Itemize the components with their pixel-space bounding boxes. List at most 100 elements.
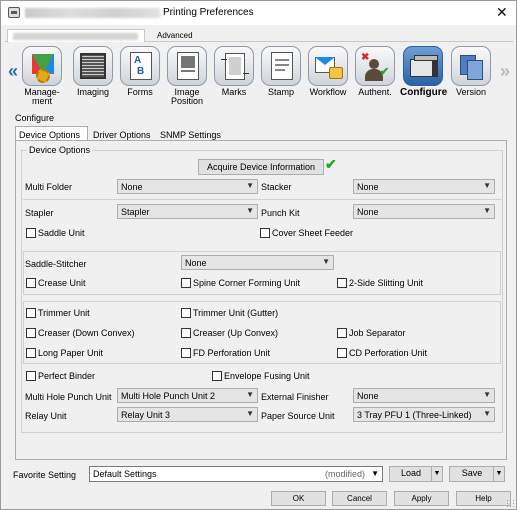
stapler-label: Stapler xyxy=(25,208,54,218)
chevron-down-icon: ▼ xyxy=(322,257,330,266)
toolbar-item-image-position[interactable]: Image Position xyxy=(164,46,210,106)
favorite-setting-value: Default Settings xyxy=(93,469,157,479)
toolbar-item-stamp[interactable]: Stamp xyxy=(258,46,304,97)
multi-hole-punch-unit-select[interactable]: Multi Hole Punch Unit 2 ▼ xyxy=(117,388,258,403)
subtab-strip: Device Options Driver Options SNMP Setti… xyxy=(15,126,507,141)
toolbar-item-imaging[interactable]: Imaging xyxy=(70,46,116,97)
configure-icon xyxy=(403,46,443,86)
saddle-stitcher-value: None xyxy=(185,258,207,268)
stapler-select[interactable]: Stapler ▼ xyxy=(117,204,258,219)
category-toolbar: « Manage- ment Imaging A B Forms Image P… xyxy=(5,43,513,109)
tab-snmp-settings[interactable]: SNMP Settings xyxy=(156,126,226,141)
long-paper-unit-checkbox[interactable]: Long Paper Unit xyxy=(26,348,103,359)
apply-button[interactable]: Apply xyxy=(394,491,449,506)
external-finisher-value: None xyxy=(357,391,379,401)
save-button[interactable]: Save ▼ xyxy=(449,466,505,482)
relay-unit-label: Relay Unit xyxy=(25,411,67,421)
toolbar-item-configure[interactable]: Configure xyxy=(400,46,448,98)
chevron-down-icon: ▼ xyxy=(483,181,491,190)
toolbar-item-workflow[interactable]: Workflow xyxy=(305,46,351,97)
crease-unit-checkbox[interactable]: Crease Unit xyxy=(26,278,86,289)
toolbar-label: Workflow xyxy=(309,87,347,97)
perfect-binder-checkbox[interactable]: Perfect Binder xyxy=(26,371,95,382)
tab-driver-options[interactable]: Driver Options xyxy=(89,126,155,141)
trimmer-unit-checkbox[interactable]: Trimmer Unit xyxy=(26,308,90,319)
configure-section-label: Configure xyxy=(15,113,55,123)
trimmer-unit-gutter-checkbox[interactable]: Trimmer Unit (Gutter) xyxy=(181,308,278,319)
stapler-value: Stapler xyxy=(121,207,150,217)
load-dropdown-icon[interactable]: ▼ xyxy=(431,467,442,481)
toolbar-label: Forms xyxy=(127,87,153,97)
chevron-down-icon: ▼ xyxy=(246,409,254,418)
title-bar: Printing Preferences ✕ xyxy=(1,1,516,25)
device-options-panel: Device Options Acquire Device Informatio… xyxy=(15,140,507,460)
resize-grip-icon[interactable] xyxy=(506,499,514,507)
close-icon[interactable]: ✕ xyxy=(496,4,508,21)
toolbar-label: Manage- ment xyxy=(24,87,60,106)
multi-folder-select[interactable]: None ▼ xyxy=(117,179,258,194)
saddle-unit-checkbox[interactable]: Saddle Unit xyxy=(26,228,85,239)
stacker-value: None xyxy=(357,182,379,192)
redacted-tab-label xyxy=(13,33,138,40)
toolbar-item-marks[interactable]: Marks xyxy=(211,46,257,97)
punch-kit-label: Punch Kit xyxy=(261,208,300,218)
punch-kit-select[interactable]: None ▼ xyxy=(353,204,495,219)
stamp-icon xyxy=(261,46,301,86)
help-button[interactable]: Help xyxy=(456,491,511,506)
printer-icon xyxy=(8,7,20,18)
chevron-down-icon: ▼ xyxy=(483,206,491,215)
saddle-stitcher-label: Saddle-Stitcher xyxy=(25,259,87,269)
relay-unit-value: Relay Unit 3 xyxy=(121,410,171,420)
stacker-label: Stacker xyxy=(261,182,292,192)
saddle-stitcher-select[interactable]: None ▼ xyxy=(181,255,334,270)
toolbar-label: Configure xyxy=(400,87,448,98)
scroll-right-icon[interactable]: » xyxy=(500,61,510,82)
tab-device-options[interactable]: Device Options xyxy=(15,126,88,141)
spine-corner-forming-unit-checkbox[interactable]: Spine Corner Forming Unit xyxy=(181,278,300,289)
cover-sheet-feeder-checkbox[interactable]: Cover Sheet Feeder xyxy=(260,228,353,239)
toolbar-item-management[interactable]: Manage- ment xyxy=(19,46,65,106)
punch-kit-value: None xyxy=(357,207,379,217)
paper-source-unit-label: Paper Source Unit xyxy=(261,411,335,421)
chevron-down-icon: ▼ xyxy=(483,409,491,418)
external-finisher-label: External Finisher xyxy=(261,392,329,402)
envelope-fusing-unit-checkbox[interactable]: Envelope Fusing Unit xyxy=(212,371,310,382)
toolbar-item-version[interactable]: Version xyxy=(448,46,494,97)
toolbar-label: Stamp xyxy=(267,87,294,97)
tab-advanced[interactable]: Advanced xyxy=(153,29,197,42)
cd-perforation-unit-checkbox[interactable]: CD Perforation Unit xyxy=(337,348,427,359)
chevron-down-icon: ▼ xyxy=(483,390,491,399)
scroll-left-icon[interactable]: « xyxy=(8,61,18,82)
chevron-down-icon: ▼ xyxy=(246,181,254,190)
save-dropdown-icon[interactable]: ▼ xyxy=(493,467,504,481)
creaser-down-convex-checkbox[interactable]: Creaser (Down Convex) xyxy=(26,328,135,339)
creaser-up-convex-checkbox[interactable]: Creaser (Up Convex) xyxy=(181,328,278,339)
relay-unit-select[interactable]: Relay Unit 3 ▼ xyxy=(117,407,258,422)
paper-source-unit-select[interactable]: 3 Tray PFU 1 (Three-Linked) ▼ xyxy=(353,407,495,422)
external-finisher-select[interactable]: None ▼ xyxy=(353,388,495,403)
top-tab-strip: Advanced xyxy=(5,29,513,42)
save-label: Save xyxy=(461,468,483,478)
authentication-icon: ✖ ✔ xyxy=(355,46,395,86)
multi-hole-punch-unit-value: Multi Hole Punch Unit 2 xyxy=(121,391,216,401)
chevron-down-icon: ▼ xyxy=(246,390,254,399)
modified-indicator: (modified) xyxy=(324,469,365,479)
redacted-printer-name xyxy=(25,8,160,18)
marks-icon xyxy=(214,46,254,86)
toolbar-item-authentication[interactable]: ✖ ✔ Authent. xyxy=(352,46,398,97)
ok-button[interactable]: OK xyxy=(271,491,326,506)
chevron-down-icon: ▼ xyxy=(371,469,379,478)
cancel-button[interactable]: Cancel xyxy=(332,491,387,506)
acquire-device-information-button[interactable]: Acquire Device Information xyxy=(198,159,324,175)
chevron-down-icon: ▼ xyxy=(246,206,254,215)
fd-perforation-unit-checkbox[interactable]: FD Perforation Unit xyxy=(181,348,270,359)
favorite-setting-select[interactable]: Default Settings (modified) ▼ xyxy=(89,466,383,482)
toolbar-item-forms[interactable]: A B Forms xyxy=(117,46,163,97)
tab-printer-name[interactable] xyxy=(7,29,145,42)
job-separator-checkbox[interactable]: Job Separator xyxy=(337,328,406,339)
two-side-slitting-unit-checkbox[interactable]: 2-Side Slitting Unit xyxy=(337,278,423,289)
stacker-select[interactable]: None ▼ xyxy=(353,179,495,194)
divider xyxy=(23,199,501,200)
multi-folder-value: None xyxy=(121,182,143,192)
load-button[interactable]: Load ▼ xyxy=(389,466,443,482)
